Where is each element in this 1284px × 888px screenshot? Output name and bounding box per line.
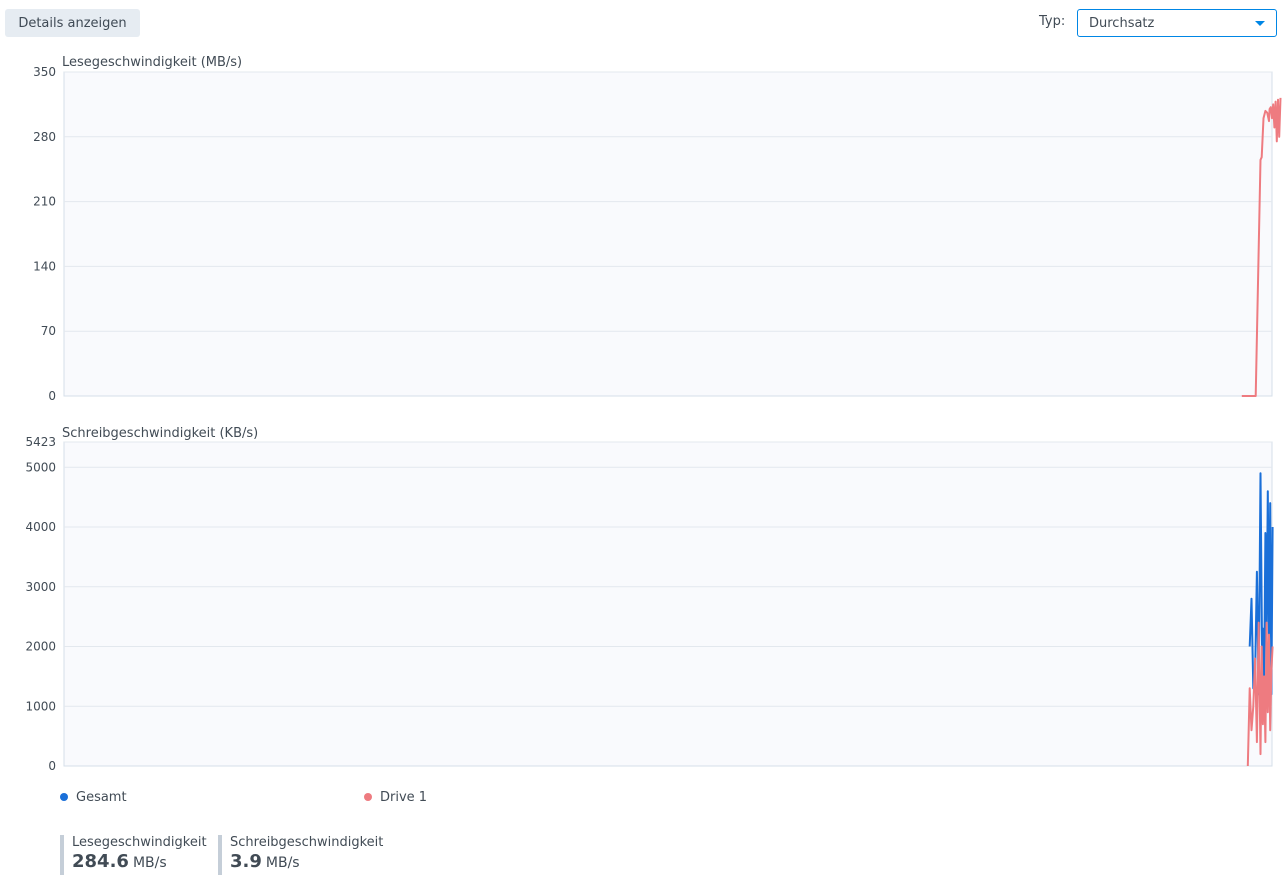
y-tick-label: 280 bbox=[33, 130, 56, 144]
stat-read-speed: Lesegeschwindigkeit 284.6 MB/s bbox=[60, 835, 207, 875]
legend-dot-drive1 bbox=[364, 793, 372, 801]
y-tick-label: 140 bbox=[33, 259, 56, 273]
legend-item-drive1[interactable]: Drive 1 bbox=[364, 789, 427, 805]
y-tick-label: 2000 bbox=[25, 640, 56, 654]
y-tick-label: 3000 bbox=[25, 580, 56, 594]
type-select-value: Durchsatz bbox=[1089, 15, 1155, 31]
legend-dot-gesamt bbox=[60, 793, 68, 801]
stat-write-unit: MB/s bbox=[265, 855, 300, 871]
details-button[interactable]: Details anzeigen bbox=[5, 9, 140, 37]
y-tick-label: 210 bbox=[33, 195, 56, 209]
legend-item-gesamt[interactable]: Gesamt bbox=[60, 789, 127, 805]
y-tick-label: 5000 bbox=[25, 460, 56, 474]
y-tick-label: 70 bbox=[41, 324, 56, 338]
y-tick-label: 0 bbox=[48, 759, 56, 773]
read-speed-chart: 0 70 140 210 280 350 bbox=[33, 65, 1282, 403]
y-tick-label: 4000 bbox=[25, 520, 56, 534]
y-tick-label: 350 bbox=[33, 65, 56, 79]
chevron-down-icon bbox=[1255, 21, 1265, 26]
stat-read-label: Lesegeschwindigkeit bbox=[72, 835, 207, 850]
stat-write-speed: Schreibgeschwindigkeit 3.9 MB/s bbox=[218, 835, 383, 875]
write-speed-chart: 0 1000 2000 3000 4000 5000 5423 bbox=[25, 435, 1274, 773]
plot-area bbox=[63, 441, 1273, 767]
legend-label-drive1: Drive 1 bbox=[380, 789, 428, 805]
stat-write-value: 3.9 bbox=[230, 851, 262, 872]
y-tick-label: 5423 bbox=[25, 435, 56, 449]
type-label: Typ: bbox=[1039, 14, 1066, 29]
type-select[interactable]: Durchsatz bbox=[1077, 9, 1277, 37]
plot-area bbox=[63, 71, 1273, 397]
stat-write-label: Schreibgeschwindigkeit bbox=[230, 835, 384, 850]
stat-read-value: 284.6 bbox=[72, 851, 129, 872]
y-tick-label: 0 bbox=[48, 389, 56, 403]
stat-read-unit: MB/s bbox=[132, 855, 167, 871]
y-tick-label: 1000 bbox=[25, 699, 56, 713]
resource-monitor-panel: Details anzeigen Typ: Durchsatz Lesegesc… bbox=[0, 0, 1284, 888]
legend-label-gesamt: Gesamt bbox=[76, 789, 127, 805]
